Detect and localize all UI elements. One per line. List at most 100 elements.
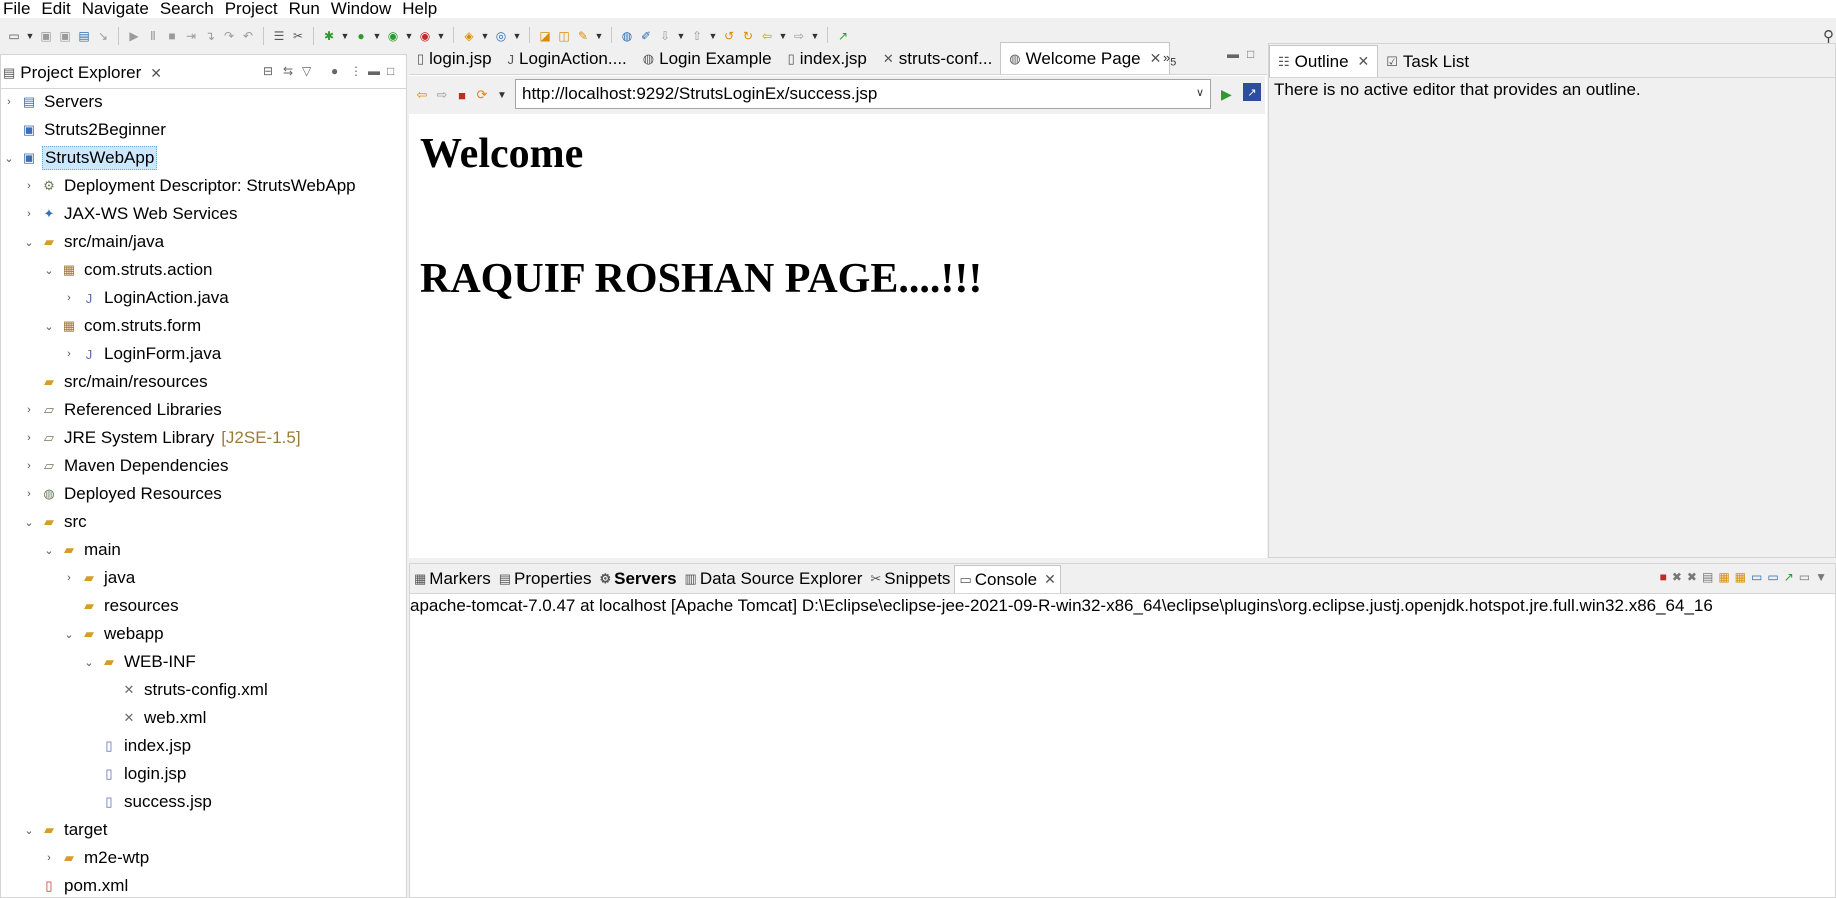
tree-item[interactable]: ▯ index.jsp	[1, 732, 406, 760]
chevron-right-icon[interactable]: ›	[23, 208, 35, 220]
tree-item[interactable]: › ▤ Servers	[1, 88, 406, 116]
search-tool-dropdown-icon[interactable]: ▼	[594, 28, 604, 44]
suspend-icon[interactable]: Ⅱ	[145, 28, 161, 44]
external-tools-dropdown-icon[interactable]: ▼	[436, 28, 446, 44]
show-on-stderr-icon[interactable]: ▭	[1767, 570, 1778, 584]
tab-snippets[interactable]: ✂ Snippets	[866, 565, 954, 593]
chevron-right-icon[interactable]: ›	[63, 292, 75, 304]
tree-item[interactable]: ▣ Struts2Beginner	[1, 116, 406, 144]
chevron-right-icon[interactable]: ›	[3, 96, 15, 108]
tree-item[interactable]: ⌄ ▦ com.struts.action	[1, 256, 406, 284]
remove-launch-icon[interactable]: ✖	[1672, 570, 1682, 584]
link-with-editor-icon[interactable]: ⇆	[283, 64, 293, 78]
collapse-all-icon[interactable]: ⊟	[263, 64, 273, 78]
close-icon[interactable]: ✕	[150, 65, 162, 82]
tree-item[interactable]: ▯ pom.xml	[1, 872, 406, 898]
chevron-right-icon[interactable]: ›	[63, 348, 75, 360]
open-task-icon[interactable]: ◫	[556, 28, 572, 44]
menu-search[interactable]: Search	[156, 0, 221, 18]
chevron-down-icon[interactable]: ⌄	[43, 264, 55, 277]
external-browser-icon[interactable]: ↗	[1243, 83, 1261, 101]
chevron-right-icon[interactable]: ›	[43, 852, 55, 864]
maximize-icon[interactable]: □	[1247, 47, 1254, 61]
tree-item[interactable]: ⌄ ▣ StrutsWebApp	[1, 144, 406, 172]
url-field[interactable]: http://localhost:9292/StrutsLoginEx/succ…	[515, 79, 1211, 109]
go-icon[interactable]: ▶	[1221, 86, 1232, 103]
tree-item[interactable]: ▰ src/main/resources	[1, 368, 406, 396]
new-icon[interactable]: ▭	[6, 28, 22, 44]
prev-annotation-icon[interactable]: ⇧	[689, 28, 705, 44]
debug-dropdown-icon[interactable]: ▼	[340, 28, 350, 44]
toggle-block-selection-icon[interactable]: ✂	[290, 28, 306, 44]
tree-item[interactable]: ⌄ ▰ target	[1, 816, 406, 844]
chevron-right-icon[interactable]: ›	[23, 488, 35, 500]
chevron-down-icon[interactable]: ⌄	[23, 516, 35, 529]
tab-login-example[interactable]: ◍ Login Example	[635, 44, 780, 74]
tree-item[interactable]: ⌄ ▰ main	[1, 536, 406, 564]
close-icon[interactable]: ✕	[1358, 53, 1370, 70]
open-type-icon[interactable]: ◪	[537, 28, 553, 44]
prev-annotation-dropdown-icon[interactable]: ▼	[708, 28, 718, 44]
stop-icon[interactable]: ■	[455, 88, 469, 103]
terminate-icon[interactable]: ■	[1660, 570, 1667, 584]
tab-console[interactable]: ▭ Console ✕	[954, 565, 1061, 593]
tab-servers[interactable]: ⚙ Servers	[595, 565, 680, 593]
tree-item[interactable]: ⌄ ▰ webapp	[1, 620, 406, 648]
new-class-dropdown-icon[interactable]: ▼	[512, 28, 522, 44]
scroll-lock-icon[interactable]: ▦	[1718, 570, 1729, 584]
pin-console-icon[interactable]: ↗	[1784, 570, 1794, 584]
tab-struts-conf[interactable]: ✕ struts-conf...	[875, 44, 1000, 74]
chevron-down-icon[interactable]: ⌄	[3, 152, 15, 165]
minimize-icon[interactable]: ▬	[368, 64, 380, 78]
tree-item[interactable]: › ▱ Maven Dependencies	[1, 452, 406, 480]
disconnect-icon[interactable]: ⇥	[183, 28, 199, 44]
tree-item[interactable]: ▯ login.jsp	[1, 760, 406, 788]
menu-file[interactable]: File	[0, 0, 37, 18]
skip-breakpoints-icon[interactable]: ↘	[95, 28, 111, 44]
tree-item[interactable]: ⌄ ▦ com.struts.form	[1, 312, 406, 340]
new-class-icon[interactable]: ◎	[493, 28, 509, 44]
focus-icon[interactable]: ●	[331, 64, 338, 78]
tree-item[interactable]: ✕ web.xml	[1, 704, 406, 732]
display-console-icon[interactable]: ▭	[1799, 570, 1810, 584]
chevron-right-icon[interactable]: ›	[23, 180, 35, 192]
tree-item[interactable]: › ▰ m2e-wtp	[1, 844, 406, 872]
chevron-down-icon[interactable]: ⌄	[23, 236, 35, 249]
tree-item[interactable]: › ▱ JRE System Library [J2SE-1.5]	[1, 424, 406, 452]
chevron-right-icon[interactable]: ›	[23, 432, 35, 444]
menu-help[interactable]: Help	[398, 0, 444, 18]
tab-project-explorer[interactable]: ▤ Project Explorer ✕	[1, 58, 170, 88]
minimize-icon[interactable]: ▬	[1227, 47, 1239, 61]
tab-index-jsp[interactable]: ▯ index.jsp	[780, 44, 875, 74]
pin-editor-icon[interactable]: ↗	[835, 28, 851, 44]
clear-console-icon[interactable]: ▤	[1702, 570, 1713, 584]
new-dropdown-icon[interactable]: ▼	[25, 28, 35, 44]
tab-markers[interactable]: ▦ Markers	[410, 565, 495, 593]
history-dropdown-icon[interactable]: ▼	[495, 90, 509, 101]
chevron-right-icon[interactable]: ›	[23, 404, 35, 416]
resume-icon[interactable]: ▶	[126, 28, 142, 44]
next-annotation-dropdown-icon[interactable]: ▼	[676, 28, 686, 44]
save-all-icon[interactable]: ▣	[57, 28, 73, 44]
tree-item[interactable]: › ⚙ Deployment Descriptor: StrutsWebApp	[1, 172, 406, 200]
chevron-down-icon[interactable]: ⌄	[23, 824, 35, 837]
close-icon[interactable]: ✕	[1150, 50, 1162, 67]
word-wrap-icon[interactable]: ▦	[1735, 570, 1746, 584]
tab-welcome-page[interactable]: ◍ Welcome Page ✕	[1000, 42, 1171, 74]
filter-icon[interactable]: ▽	[302, 64, 311, 78]
tree-item[interactable]: › J LoginAction.java	[1, 284, 406, 312]
menu-project[interactable]: Project	[221, 0, 285, 18]
tree-item[interactable]: › ◍ Deployed Resources	[1, 480, 406, 508]
menu-navigate[interactable]: Navigate	[78, 0, 156, 18]
tree-item[interactable]: ⌄ ▰ src/main/java	[1, 228, 406, 256]
tree-item[interactable]: ⌄ ▰ src	[1, 508, 406, 536]
back-icon[interactable]: ⇦	[759, 28, 775, 44]
back-icon[interactable]: ⇦	[415, 87, 429, 103]
external-tools-icon[interactable]: ◉	[417, 28, 433, 44]
tree-item[interactable]: › J LoginForm.java	[1, 340, 406, 368]
tab-properties[interactable]: ▤ Properties	[495, 565, 596, 593]
tree-item[interactable]: ⌄ ▰ WEB-INF	[1, 648, 406, 676]
new-server-icon[interactable]: ◈	[461, 28, 477, 44]
forward-dropdown-icon[interactable]: ▼	[810, 28, 820, 44]
run-icon[interactable]: ●	[353, 28, 369, 44]
